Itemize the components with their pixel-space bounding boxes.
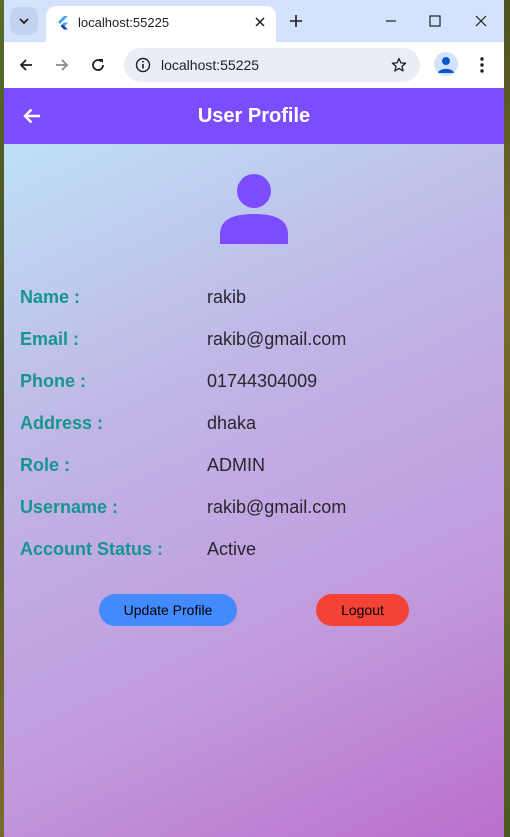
new-tab-button[interactable]	[286, 11, 306, 31]
reload-button[interactable]	[84, 51, 112, 79]
flutter-icon	[58, 16, 68, 30]
site-info-button[interactable]	[134, 56, 152, 74]
more-vert-icon	[480, 57, 484, 73]
info-icon	[135, 57, 151, 73]
arrow-left-icon	[19, 59, 32, 71]
field-value: rakib@gmail.com	[207, 329, 347, 349]
close-icon	[255, 17, 265, 27]
plus-icon	[290, 15, 302, 27]
profile-row-phone: Phone : 01744304009	[20, 368, 490, 394]
field-value: 01744304009	[207, 371, 318, 391]
bookmark-button[interactable]	[390, 56, 408, 74]
tab-close-button[interactable]	[252, 14, 268, 30]
profile-row-email: Email : rakib@gmail.com	[20, 326, 490, 352]
field-label: Phone :	[20, 371, 86, 391]
field-value: Active	[207, 539, 257, 559]
profile-row-role: Role : ADMIN	[20, 452, 490, 478]
back-nav-button[interactable]	[12, 51, 40, 79]
profile-row-address: Address : dhaka	[20, 410, 490, 436]
chevron-down-icon	[19, 18, 29, 25]
field-label: Account Status :	[20, 539, 164, 559]
close-window-button[interactable]	[466, 8, 496, 34]
field-value: rakib@gmail.com	[207, 497, 347, 517]
forward-nav-button[interactable]	[48, 51, 76, 79]
field-value: rakib	[207, 287, 247, 307]
person-icon	[220, 174, 288, 244]
field-label: Role :	[20, 455, 71, 475]
profile-avatar-button[interactable]	[434, 52, 458, 76]
arrow-right-icon	[56, 59, 69, 71]
field-value: dhaka	[207, 413, 257, 433]
browser-tab[interactable]: localhost:55225	[46, 6, 276, 42]
tab-title: localhost:55225	[78, 15, 170, 30]
profile-content: Name : rakib Email : rakib@gmail.com Pho…	[4, 144, 504, 837]
field-value: ADMIN	[207, 455, 265, 475]
logout-button[interactable]: Logout	[316, 594, 409, 626]
profile-row-account-status: Account Status : Active	[20, 536, 490, 562]
browser-menu-button[interactable]	[468, 51, 496, 79]
field-label: Username :	[20, 497, 119, 517]
reload-icon	[92, 59, 104, 71]
maximize-icon	[429, 15, 441, 27]
browser-window: localhost:55225 localhost:55225 User Pro…	[4, 0, 504, 837]
field-label: Address :	[20, 413, 104, 433]
star-icon	[391, 57, 407, 72]
minimize-button[interactable]	[376, 8, 406, 34]
url-text: localhost:55225	[161, 57, 260, 73]
tab-search-button[interactable]	[10, 7, 38, 35]
update-profile-button[interactable]: Update Profile	[99, 594, 237, 626]
profile-row-name: Name : rakib	[20, 284, 490, 310]
tab-strip: localhost:55225	[4, 0, 504, 42]
page-title: User Profile	[197, 105, 311, 127]
user-icon	[438, 57, 454, 73]
field-label: Name :	[20, 287, 81, 307]
address-bar[interactable]: localhost:55225	[124, 48, 420, 82]
minimize-icon	[386, 20, 396, 22]
browser-toolbar: localhost:55225	[4, 42, 504, 88]
profile-row-username: Username : rakib@gmail.com	[20, 494, 490, 520]
field-label: Email :	[20, 329, 80, 349]
close-icon	[475, 15, 487, 27]
maximize-button[interactable]	[420, 8, 450, 34]
app-bar: User Profile	[4, 88, 504, 144]
